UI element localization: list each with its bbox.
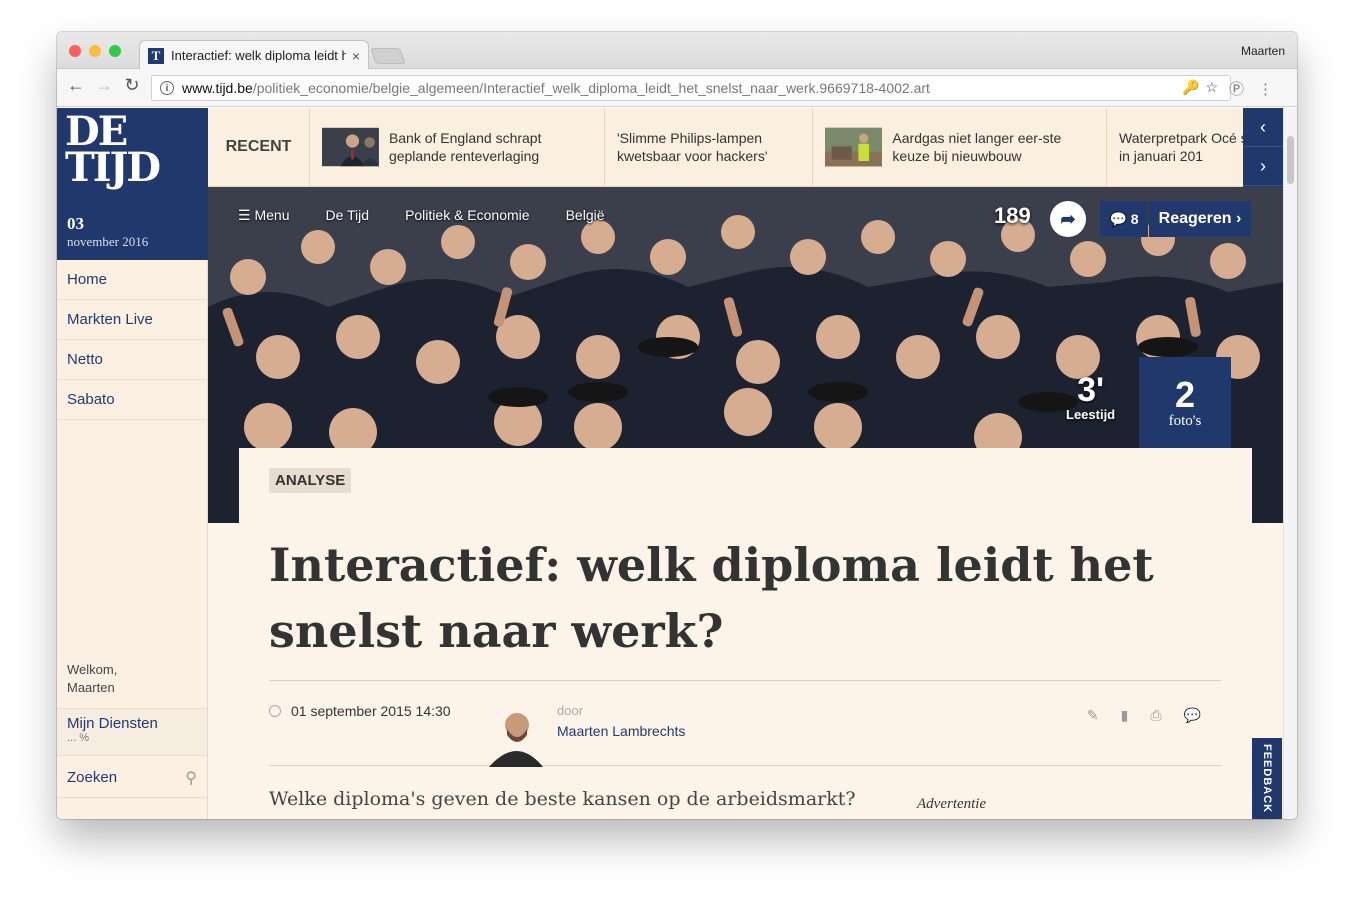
article-lead: Welke diploma's geven de beste kansen op… (269, 788, 856, 810)
new-tab-button[interactable] (370, 48, 406, 64)
chevron-right-icon[interactable]: › (1243, 147, 1283, 186)
photo-gallery-button[interactable]: 2 foto's (1139, 357, 1231, 449)
article-card: ANALYSE Interactief: welk diploma leidt … (239, 448, 1252, 819)
recent-item[interactable]: Bank of England schrapt geplande renteve… (310, 108, 605, 186)
browser-toolbar: ← → ↻ i www.tijd.be/politiek_economie/be… (57, 69, 1297, 107)
date-month: november 2016 (67, 234, 149, 249)
breadcrumb-item[interactable]: België (566, 207, 605, 224)
url-path: /politiek_economie/belgie_algemeen/Inter… (252, 80, 930, 96)
pencil-icon[interactable]: ✎ (1087, 707, 1099, 724)
reading-time-label: Leestijd (1066, 407, 1116, 422)
article-tag[interactable]: ANALYSE (269, 468, 352, 493)
search-button[interactable]: Zoeken ⚲ (57, 758, 207, 798)
recent-item-text: 'Slimme Philips-lampen kwetsbaar voor ha… (617, 130, 768, 164)
comments-button[interactable]: 💬 8 (1100, 201, 1148, 237)
profile-name[interactable]: Maarten (1241, 44, 1285, 58)
welcome-line-1: Welkom, (67, 662, 118, 677)
title-bar: T Interactief: welk diploma leidt het sn… (57, 32, 1297, 70)
recent-label: RECENT (208, 108, 310, 186)
news-thumbnail-image (322, 127, 379, 167)
recent-item-text: Bank of England schrapt geplande renteve… (388, 130, 542, 164)
welcome-text: Welkom, Maarten (67, 661, 117, 697)
tab-title: Interactief: welk diploma leidt het snel… (171, 48, 346, 63)
reageren-label: Reageren (1158, 210, 1232, 227)
print-icon[interactable]: ⎙ (1150, 707, 1161, 724)
author-avatar[interactable] (489, 705, 543, 767)
publish-date: 01 september 2015 14:30 (291, 703, 451, 719)
article-meta: 01 september 2015 14:30 door Maarten Lam… (269, 680, 1221, 767)
photo-label: foto's (1168, 413, 1202, 429)
key-icon[interactable]: 🔑 (1182, 79, 1205, 95)
search-icon: ⚲ (185, 769, 197, 787)
chevron-right-icon: › (1236, 210, 1242, 227)
info-icon[interactable]: i (160, 81, 174, 95)
mijn-diensten-button[interactable]: Mijn Diensten ... % (57, 708, 207, 756)
clock-icon (269, 705, 281, 717)
reading-time: 3' Leestijd (1066, 373, 1115, 422)
comment-icon[interactable]: 💬 (1184, 707, 1201, 724)
mijn-diensten-label: Mijn Diensten (67, 715, 158, 732)
advertentie-label: Advertentie (917, 796, 987, 812)
recent-item-text: Aardgas niet langer eer-ste keuze bij ni… (892, 130, 1062, 164)
breadcrumb-item[interactable]: Politiek & Economie (405, 207, 530, 224)
reageren-button[interactable]: Reageren › (1149, 201, 1251, 237)
de-tijd-logo[interactable]: DE TIJD 03 november 2016 (57, 108, 208, 260)
bookmark-star-icon[interactable]: ☆ (1205, 79, 1224, 95)
sidebar-item-home[interactable]: Home (57, 260, 207, 300)
news-thumbnail-image (825, 127, 883, 167)
minimize-window-button[interactable] (89, 45, 101, 57)
address-bar[interactable]: i www.tijd.be/politiek_economie/belgie_a… (151, 75, 1231, 101)
breadcrumb-item[interactable]: De Tijd (325, 207, 369, 224)
logo-line-2: TIJD (65, 144, 161, 191)
menu-button[interactable]: ☰ Menu (238, 207, 289, 224)
back-arrow-icon[interactable]: ← (65, 75, 87, 96)
browser-tab[interactable]: T Interactief: welk diploma leidt het sn… (139, 40, 369, 70)
author-prefix: door (557, 703, 584, 718)
favicon-icon: T (148, 47, 164, 64)
scrollbar[interactable] (1283, 108, 1297, 819)
menu-label: Menu (254, 207, 290, 223)
sidebar-item-netto[interactable]: Netto (57, 340, 207, 380)
extension-icon[interactable]: Ⓟ (1229, 81, 1258, 98)
chevron-left-icon[interactable]: ‹ (1243, 108, 1283, 147)
article-actions: ✎ ▮ ⎙ 💬 (1087, 707, 1201, 724)
maximize-window-button[interactable] (109, 45, 121, 57)
author-name[interactable]: Maarten Lambrechts (557, 723, 685, 739)
search-label: Zoeken (67, 769, 118, 786)
forward-arrow-icon[interactable]: → (93, 75, 115, 96)
welcome-line-2: Maarten (67, 680, 115, 695)
sidebar-item-sabato[interactable]: Sabato (57, 380, 207, 420)
scrollbar-thumb[interactable] (1287, 136, 1294, 184)
comment-count: 8 (1130, 211, 1139, 227)
article-headline: Interactief: welk diploma leidt het snel… (269, 538, 1154, 658)
tab-close-button[interactable]: × (352, 48, 360, 64)
share-icon[interactable]: ➦ (1050, 201, 1086, 237)
close-window-button[interactable] (69, 45, 81, 57)
url-host: www.tijd.be (182, 80, 253, 96)
mijn-diensten-progress: ... % (67, 732, 90, 744)
share-count: 189 (994, 203, 1031, 228)
breadcrumb: ☰ Menu De Tijd Politiek & Economie Belgi… (238, 207, 605, 224)
bookmark-icon[interactable]: ▮ (1121, 707, 1129, 724)
sidebar: DE TIJD 03 november 2016 Home Markten Liv… (57, 108, 208, 819)
feedback-button[interactable]: FEEDBACK (1252, 738, 1282, 819)
recent-nav: ‹ › (1243, 108, 1283, 187)
browser-window: T Interactief: welk diploma leidt het sn… (57, 32, 1297, 819)
recent-item[interactable]: 'Slimme Philips-lampen kwetsbaar voor ha… (605, 108, 813, 186)
photo-count: 2 (1174, 374, 1196, 415)
comment-icon: 💬 (1109, 210, 1131, 227)
recent-item[interactable]: Aardgas niet langer eer-ste keuze bij ni… (813, 108, 1107, 186)
date-day: 03 (67, 214, 84, 233)
reload-icon[interactable]: ↻ (121, 75, 143, 96)
sidebar-item-markten-live[interactable]: Markten Live (57, 300, 207, 340)
web-page: DE TIJD 03 november 2016 Home Markten Liv… (57, 108, 1297, 819)
recent-news-strip: RECENT Bank of England schrapt geplande … (208, 108, 1283, 187)
reading-time-value: 3' (1077, 371, 1105, 409)
chrome-menu-icon[interactable]: ⋮ (1258, 81, 1287, 98)
